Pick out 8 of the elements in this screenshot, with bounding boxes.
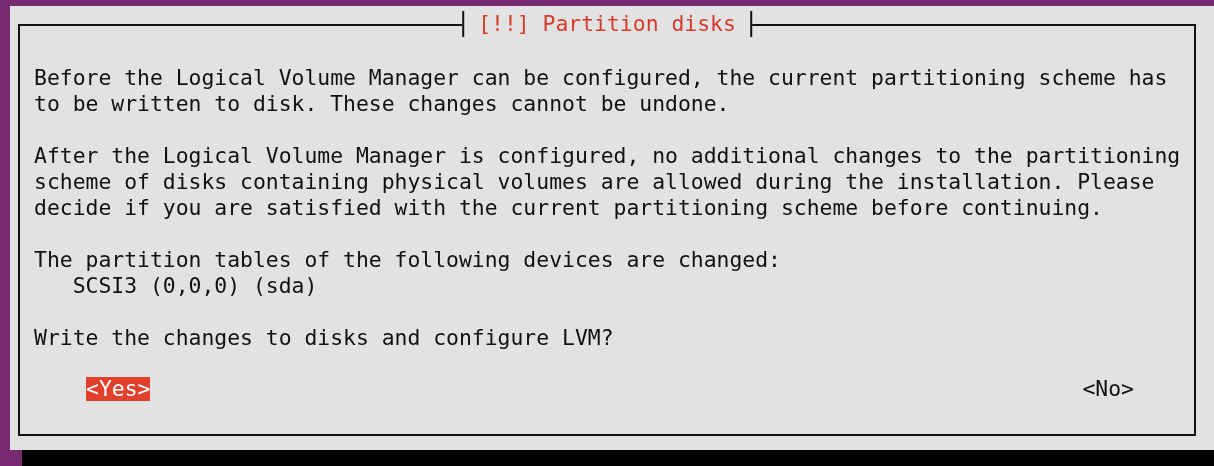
message-text: Before the Logical Volume Manager can be configured, the current partitioning scheme has to be written to disk. These changes cannot be undone. [34,65,1169,117]
message-text: The partition tables of the following devices are changed: [34,247,782,273]
question-text: Write the changes to disks and configure LVM? [34,325,615,351]
dialog-title: [!!] Partition disks [462,11,752,37]
dialog-button[interactable]: <No> [1082,377,1134,401]
device-text: SCSI3 (0,0,0) (sda) [72,273,319,299]
message-text: After the Logical Volume Manager is configured, no additional changes to the partitioning scheme of disks containing physical volumes are allowed during the installation. Please decide if you are satisfied with the current partitioning scheme before continuing. [34,143,1182,221]
dialog-button[interactable]: <Yes> [86,377,151,401]
